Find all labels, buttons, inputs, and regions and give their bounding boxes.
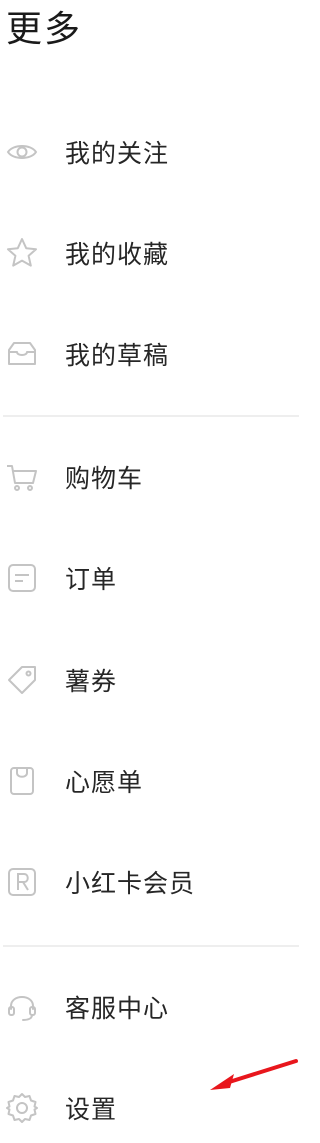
- menu-item-label: 购物车: [65, 464, 144, 493]
- menu-item-customer-service[interactable]: 客服中心: [0, 972, 300, 1042]
- annotation-arrow-icon: [210, 1059, 298, 1090]
- menu-item-wishlist[interactable]: 心愿单: [0, 746, 300, 816]
- menu-item-label: 我的关注: [65, 139, 170, 168]
- r-badge-icon: [5, 865, 39, 899]
- menu-item-shopping-cart[interactable]: 购物车: [0, 442, 300, 512]
- section-divider: [3, 415, 299, 417]
- menu-item-label: 订单: [65, 565, 118, 594]
- more-menu: 我的关注 我的收藏 我的草稿 购物车 订单 薯券 心愿单 小红卡会员 客服中心 …: [0, 0, 300, 1140]
- menu-item-following[interactable]: 我的关注: [0, 117, 300, 187]
- headset-icon: [5, 990, 39, 1024]
- order-card-icon: [5, 561, 39, 595]
- shopping-cart-icon: [5, 460, 39, 494]
- menu-item-label: 心愿单: [65, 768, 144, 797]
- wishlist-bag-icon: [5, 764, 39, 798]
- menu-item-orders[interactable]: 订单: [0, 543, 300, 613]
- menu-item-red-card-membership[interactable]: 小红卡会员: [0, 847, 300, 917]
- menu-item-coupons[interactable]: 薯券: [0, 645, 300, 715]
- menu-item-label: 我的草稿: [65, 341, 170, 370]
- menu-item-label: 我的收藏: [65, 240, 170, 269]
- coupon-tag-icon: [5, 663, 39, 697]
- gear-icon: [5, 1091, 39, 1125]
- section-divider: [3, 945, 299, 947]
- menu-item-favorites[interactable]: 我的收藏: [0, 218, 300, 288]
- eye-icon: [5, 135, 39, 169]
- menu-item-label: 设置: [65, 1095, 118, 1124]
- menu-item-label: 客服中心: [65, 994, 170, 1023]
- star-icon: [5, 236, 39, 270]
- menu-item-label: 薯券: [65, 667, 118, 696]
- inbox-tray-icon: [5, 337, 39, 371]
- menu-item-label: 小红卡会员: [65, 869, 196, 898]
- menu-item-drafts[interactable]: 我的草稿: [0, 319, 300, 389]
